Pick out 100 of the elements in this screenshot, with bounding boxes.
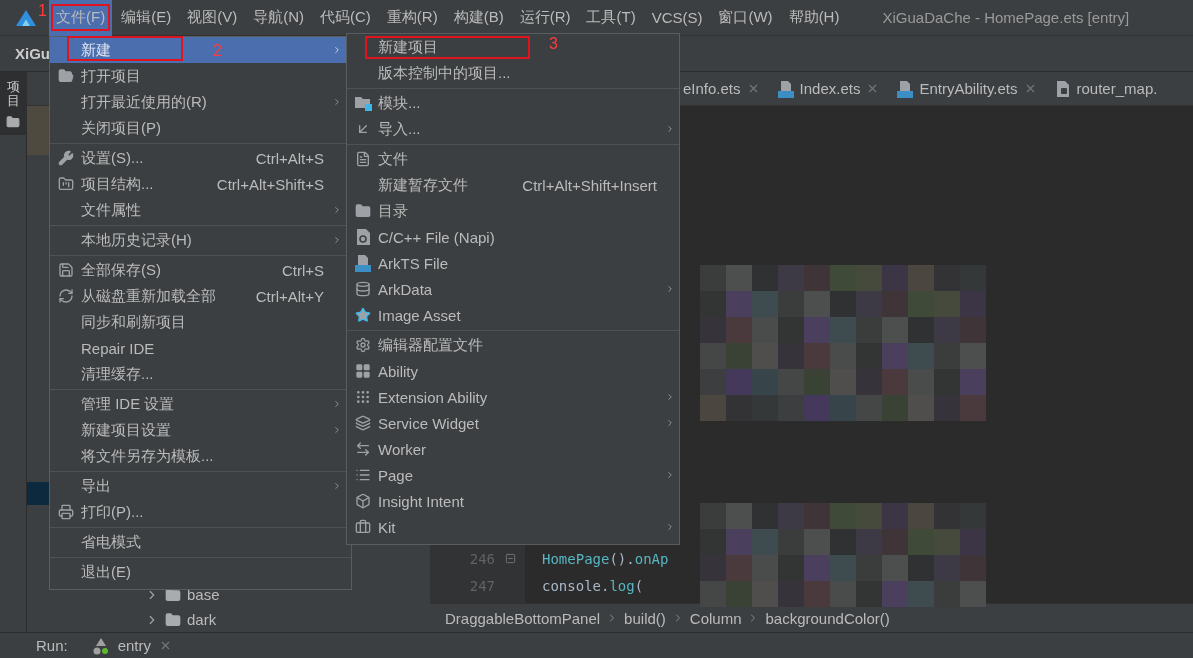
list-icon <box>355 467 371 483</box>
database-icon <box>355 281 371 297</box>
folder-icon <box>6 114 20 129</box>
menu-item[interactable]: ArkTS File <box>347 250 456 276</box>
menu-item[interactable]: 将文件另存为模板... <box>50 443 346 469</box>
tree-item[interactable]: dark <box>27 607 430 632</box>
grid-icon <box>355 363 371 379</box>
editor-tab[interactable]: EntryAbility.ets <box>893 71 1051 106</box>
code-line: console.log( <box>541 577 644 594</box>
breadcrumb-item[interactable]: DraggableBottomPanel <box>445 609 601 627</box>
menu-item[interactable]: 新建项目设置 <box>50 417 346 443</box>
cards-icon <box>355 415 371 431</box>
menu-item[interactable]: 模块... <box>347 90 429 116</box>
menu-bar-item[interactable]: 代码(C) <box>313 0 378 36</box>
menu-item[interactable]: Repair IDE <box>50 335 346 361</box>
dots-grid-icon <box>355 389 371 405</box>
menu-item[interactable]: Ability <box>347 358 426 384</box>
menu-item[interactable]: Service Widget <box>347 410 679 436</box>
editor-tab[interactable]: router_map. <box>1050 71 1172 106</box>
menu-bar-item[interactable]: VCS(S) <box>644 0 710 36</box>
menu-item[interactable]: 退出(E) <box>50 559 346 585</box>
window-title: XiGuaDaChe - HomePage.ets [entry] <box>882 9 1130 26</box>
menu-item[interactable]: Image Asset <box>347 302 469 328</box>
fold-icon[interactable] <box>504 553 516 564</box>
menu-bar-item[interactable]: 帮助(H) <box>781 0 847 36</box>
file-icon <box>1054 79 1071 98</box>
cube-icon <box>355 493 371 509</box>
editor-tab[interactable]: Index.ets <box>773 71 894 106</box>
menu-item[interactable]: Kit <box>347 514 679 540</box>
menu-item[interactable]: 文件 <box>347 146 416 172</box>
menu-item[interactable]: 项目结构... Ctrl+Alt+Shift+S <box>50 171 346 197</box>
printer-icon <box>58 504 74 520</box>
arrows-icon <box>355 441 371 457</box>
tree-item[interactable]: base <box>27 582 430 607</box>
menu-item[interactable]: 导入... <box>347 116 679 142</box>
star-icon <box>355 307 371 323</box>
menu-item[interactable]: 从磁盘重新加载全部 Ctrl+Alt+Y <box>50 283 346 309</box>
settings-icon <box>355 337 371 353</box>
highlight-frame <box>51 4 110 31</box>
menu-item[interactable]: 关闭项目(P) <box>50 115 346 141</box>
file-icon <box>897 79 914 98</box>
menu-item[interactable]: 管理 IDE 设置 <box>50 391 346 417</box>
menu-bar-item[interactable]: 工具(T) <box>579 0 643 36</box>
step-number: 2 <box>213 42 222 60</box>
file-icon <box>355 228 371 246</box>
menu-item[interactable]: Insight Intent <box>347 488 472 514</box>
step-number: 1 <box>38 2 47 20</box>
file-icon <box>355 151 371 167</box>
menu-bar-item[interactable]: 视图(V) <box>180 0 245 36</box>
menu-item[interactable]: 清理缓存... <box>50 361 346 387</box>
menu-item[interactable]: 设置(S)... Ctrl+Alt+S <box>50 145 346 171</box>
row-highlight <box>27 106 49 155</box>
folder-icon <box>165 611 181 628</box>
refresh-icon <box>58 288 74 304</box>
menu-item[interactable]: 新建暂存文件 Ctrl+Alt+Shift+Insert <box>347 172 679 198</box>
save-icon <box>58 262 74 278</box>
menu-item[interactable]: ArkData <box>347 276 679 302</box>
menu-item[interactable]: Extension Ability <box>347 384 679 410</box>
menu-item[interactable]: 打印(P)... <box>50 499 346 525</box>
folder-icon <box>58 68 74 84</box>
menu-item[interactable]: 导出 <box>50 473 346 499</box>
menu-item[interactable]: 全部保存(S) Ctrl+S <box>50 257 346 283</box>
code-line: HomePage().onAp <box>541 550 669 567</box>
file-icon <box>777 79 794 98</box>
folder-icon <box>58 176 74 192</box>
menu-item[interactable]: 目录 <box>347 198 416 224</box>
logo-icon <box>15 8 37 27</box>
folder-icon <box>354 95 372 111</box>
menu-bar-item[interactable]: 窗口(W) <box>711 0 780 36</box>
step-number: 3 <box>549 35 558 53</box>
menu-item[interactable]: 版本控制中的项目... <box>347 60 519 86</box>
menu-item[interactable]: 本地历史记录(H) <box>50 227 346 253</box>
menu-bar-item[interactable]: 导航(N) <box>246 0 311 36</box>
breadcrumb-item[interactable]: backgroundColor() <box>765 609 890 627</box>
menu-bar-item[interactable]: 构建(B) <box>446 0 511 36</box>
menu-item[interactable]: Page <box>347 462 679 488</box>
run-config-tab[interactable]: entry <box>117 637 152 654</box>
menu-item[interactable]: 编辑器配置文件 <box>347 332 491 358</box>
menu-bar-item[interactable]: 运行(R) <box>512 0 578 36</box>
menu-item[interactable]: 同步和刷新项目 <box>50 309 346 335</box>
folder-icon <box>355 203 371 219</box>
menu-item[interactable]: 打开最近使用的(R) <box>50 89 346 115</box>
briefcase-icon <box>355 519 371 535</box>
run-label: Run: <box>36 637 68 654</box>
menu-item[interactable]: 文件属性 <box>50 197 346 223</box>
wrench-icon <box>58 150 74 166</box>
tool-window-tab[interactable]: 项目 <box>0 72 27 135</box>
menu-bar-item[interactable]: 编辑(E) <box>114 0 179 36</box>
editor-tab[interactable]: eInfo.ets <box>679 71 774 106</box>
breadcrumb-item[interactable]: Column <box>689 609 742 627</box>
menu-item[interactable]: 省电模式 <box>50 529 346 555</box>
project-name: XiGu <box>15 45 50 62</box>
menu-item[interactable]: 打开项目 <box>50 63 346 89</box>
menu-bar-item[interactable]: 重构(R) <box>379 0 445 36</box>
menu-item[interactable]: Worker <box>347 436 435 462</box>
file-icon <box>355 254 371 272</box>
breadcrumb-item[interactable]: build() <box>624 609 666 627</box>
config-icon <box>91 636 110 655</box>
menu-item[interactable]: C/C++ File (Napi) <box>347 224 503 250</box>
row-highlight <box>27 482 49 505</box>
